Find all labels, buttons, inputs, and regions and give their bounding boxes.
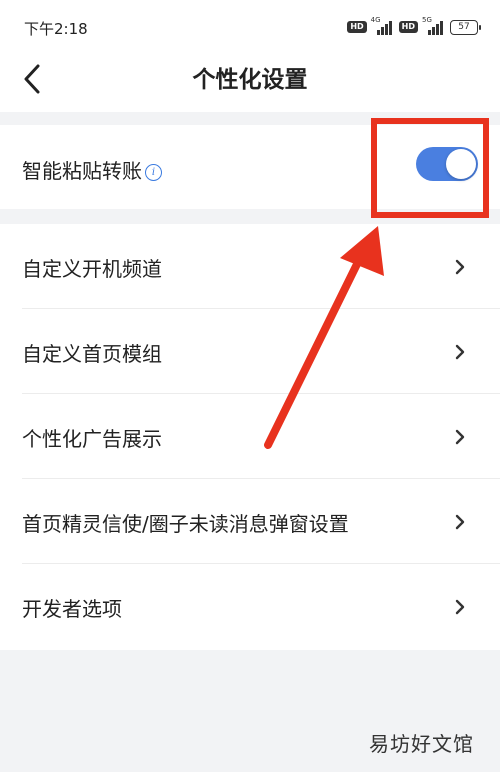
status-icons: HD 4G HD 5G 57 bbox=[347, 16, 481, 36]
annotation-highlight-box bbox=[371, 118, 489, 218]
settings-item-developer-options[interactable]: 开发者选项 bbox=[0, 564, 500, 649]
watermark: 易坊好文馆 bbox=[369, 732, 474, 756]
list-item-label: 自定义首页模组 bbox=[22, 342, 162, 366]
hd-badge: HD bbox=[347, 21, 367, 33]
settings-item-home-modules[interactable]: 自定义首页模组 bbox=[0, 309, 500, 394]
status-time: 下午2:18 bbox=[24, 20, 88, 38]
chevron-right-icon bbox=[455, 599, 465, 615]
page-title: 个性化设置 bbox=[192, 67, 308, 93]
signal-icon-2: 5G bbox=[422, 16, 446, 35]
smart-paste-label: 智能粘贴转账 bbox=[22, 159, 142, 183]
chevron-right-icon bbox=[455, 344, 465, 360]
chevron-right-icon bbox=[455, 259, 465, 275]
signal-icon: 4G bbox=[371, 16, 395, 35]
battery-icon: 57 bbox=[450, 19, 481, 35]
hd-badge-2: HD bbox=[398, 21, 418, 33]
chevron-right-icon bbox=[455, 514, 465, 530]
list-item-label: 开发者选项 bbox=[22, 597, 122, 621]
settings-item-personalized-ads[interactable]: 个性化广告展示 bbox=[0, 394, 500, 479]
settings-list: 自定义开机频道 自定义首页模组 个性化广告展示 首页精灵信使/圈子未读消息弹窗设… bbox=[0, 224, 500, 650]
settings-item-boot-channel[interactable]: 自定义开机频道 bbox=[0, 224, 500, 309]
info-icon[interactable]: i bbox=[145, 164, 162, 181]
list-item-label: 个性化广告展示 bbox=[22, 427, 162, 451]
list-item-label: 自定义开机频道 bbox=[22, 257, 162, 281]
chevron-right-icon bbox=[455, 429, 465, 445]
smart-paste-label-wrap: 智能粘贴转账 i bbox=[22, 155, 162, 184]
settings-item-popup-settings[interactable]: 首页精灵信使/圈子未读消息弹窗设置 bbox=[0, 479, 500, 564]
top-bar: 下午2:18 HD 4G HD 5G 57 个性化设置 bbox=[0, 0, 500, 112]
list-item-label: 首页精灵信使/圈子未读消息弹窗设置 bbox=[22, 512, 349, 536]
